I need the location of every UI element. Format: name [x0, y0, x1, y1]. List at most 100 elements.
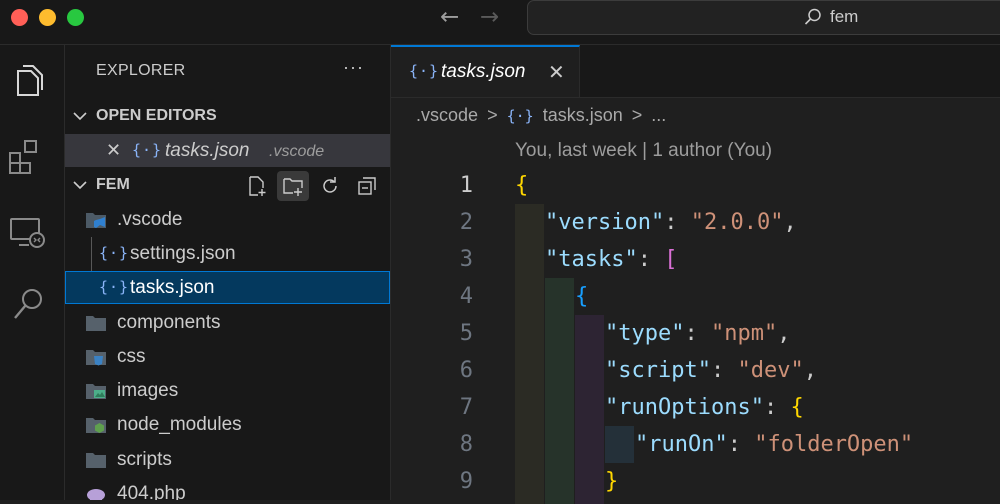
- tree-item-images[interactable]: images: [65, 374, 390, 407]
- folder-icon: [86, 316, 106, 331]
- window-minimize-button[interactable]: [39, 9, 56, 26]
- search-icon[interactable]: [7, 285, 49, 327]
- activity-bar: [0, 45, 65, 500]
- new-folder-icon: [283, 178, 303, 196]
- code-text: }: [605, 469, 619, 494]
- tab-bar: {·} tasks.json ✕: [391, 45, 1000, 98]
- tree-item-label: 404.php: [117, 483, 186, 500]
- files-icon[interactable]: [7, 61, 49, 103]
- line-number: 1: [459, 173, 473, 198]
- new-file-icon[interactable]: [246, 175, 268, 197]
- breadcrumb-file[interactable]: tasks.json: [543, 105, 623, 125]
- breadcrumb-symbol[interactable]: ...: [651, 105, 666, 125]
- chevron-right-icon: >: [631, 105, 643, 125]
- line-number: 2: [459, 210, 473, 235]
- json-icon: {·}: [99, 244, 130, 262]
- code-text: {: [515, 173, 529, 198]
- arrow-left-icon[interactable]: ←: [440, 4, 459, 30]
- node-folder-icon: [86, 418, 106, 433]
- code-text: "type": "npm",: [605, 321, 791, 346]
- code-text: "script": "dev",: [605, 358, 817, 383]
- tree-item-node-modules[interactable]: node_modules: [65, 408, 390, 441]
- title-bar: ← → fem: [0, 0, 1000, 45]
- css-folder-icon: [86, 350, 106, 366]
- search-icon: [804, 8, 821, 25]
- tree-item-settings-json[interactable]: {·} settings.json: [65, 237, 390, 303]
- code-line: 3 "tasks": [: [391, 241, 1000, 278]
- tree-item-label: images: [117, 380, 179, 401]
- tree-item-css[interactable]: css: [65, 340, 390, 373]
- tree-item-vscode[interactable]: .vscode: [65, 203, 390, 236]
- explorer-sidebar: EXPLORER ··· OPEN EDITORS ✕ {·} tasks.js…: [65, 45, 391, 500]
- open-editor-path: .vscode: [269, 143, 325, 160]
- json-icon: {·}: [409, 62, 440, 80]
- code-line: 9 }: [391, 463, 1000, 500]
- tree-item-tasks-json[interactable]: {·} tasks.json: [65, 271, 390, 304]
- remote-explorer-icon[interactable]: [7, 213, 49, 255]
- json-icon: {·}: [99, 278, 130, 296]
- php-icon: [87, 489, 105, 500]
- tree-item-components[interactable]: components: [65, 306, 390, 339]
- line-number: 9: [459, 469, 473, 494]
- chevron-down-icon: [73, 112, 87, 121]
- tree-item-scripts[interactable]: scripts: [65, 443, 390, 476]
- tree-item-label: tasks.json: [130, 277, 215, 298]
- code-line: 6 "script": "dev",: [391, 352, 1000, 389]
- tree-item-label: css: [117, 346, 146, 367]
- json-icon: {·}: [132, 141, 163, 159]
- code-line: 7 "runOptions": {: [391, 389, 1000, 426]
- tab-label: tasks.json: [441, 61, 526, 82]
- command-center-search[interactable]: fem: [527, 0, 1000, 35]
- code-line: 2 "version": "2.0.0",: [391, 204, 1000, 241]
- code-line: 4 {: [391, 278, 1000, 315]
- chevron-right-icon: >: [487, 105, 498, 125]
- explorer-title: EXPLORER: [96, 62, 186, 79]
- search-text: fem: [830, 7, 859, 26]
- line-number: 5: [459, 321, 473, 346]
- new-folder-button[interactable]: [277, 171, 309, 201]
- tree-item-label: settings.json: [130, 243, 236, 264]
- code-text: "tasks": [: [545, 247, 678, 272]
- tab-tasks-json[interactable]: {·} tasks.json ✕: [391, 45, 580, 97]
- extensions-icon[interactable]: [7, 137, 49, 179]
- code-text: {: [575, 284, 589, 309]
- open-editors-label: OPEN EDITORS: [96, 107, 217, 124]
- open-editor-item[interactable]: ✕ {·} tasks.json .vscode: [65, 134, 390, 167]
- folder-icon: [86, 453, 106, 468]
- tree-item-404-php[interactable]: 404.php: [65, 477, 390, 500]
- tree-item-label: node_modules: [117, 414, 242, 435]
- tree-item-label: components: [117, 312, 221, 333]
- open-editors-header[interactable]: OPEN EDITORS: [65, 102, 390, 132]
- arrow-right-icon[interactable]: →: [480, 4, 499, 30]
- tree-item-label: .vscode: [117, 209, 183, 230]
- window-maximize-button[interactable]: [67, 9, 84, 26]
- line-number: 7: [459, 395, 473, 420]
- line-number: 8: [459, 432, 473, 457]
- line-number: 6: [459, 358, 473, 383]
- breadcrumb-folder[interactable]: .vscode: [416, 105, 478, 125]
- chevron-down-icon: [73, 181, 87, 190]
- folder-header[interactable]: FEM: [65, 171, 390, 201]
- editor-area: {·} tasks.json ✕ .vscode > {·} tasks.jso…: [391, 45, 1000, 504]
- code-line: 5 "type": "npm",: [391, 315, 1000, 352]
- git-blame-codelens[interactable]: You, last week | 1 author (You): [515, 140, 772, 162]
- line-number: 4: [459, 284, 473, 309]
- vscode-folder-icon: [86, 213, 106, 228]
- tree-item-label: scripts: [117, 449, 172, 470]
- more-actions-button[interactable]: ···: [343, 57, 364, 78]
- code-text: "runOn": "folderOpen": [635, 432, 914, 457]
- code-line: 8 "runOn": "folderOpen": [391, 426, 1000, 463]
- code-text: "version": "2.0.0",: [545, 210, 797, 235]
- breadcrumb: .vscode > {·} tasks.json > ...: [416, 105, 670, 126]
- window-close-button[interactable]: [11, 9, 28, 26]
- open-editor-name: tasks.json: [165, 140, 250, 161]
- refresh-icon[interactable]: [319, 175, 341, 197]
- close-icon[interactable]: ✕: [106, 140, 121, 161]
- folder-label: FEM: [96, 176, 130, 193]
- code-text: "runOptions": {: [605, 395, 804, 420]
- images-folder-icon: [86, 384, 106, 399]
- line-number: 3: [459, 247, 473, 272]
- code-line: 1 {: [391, 167, 1000, 204]
- close-icon[interactable]: ✕: [548, 60, 565, 84]
- collapse-all-icon[interactable]: [356, 175, 378, 197]
